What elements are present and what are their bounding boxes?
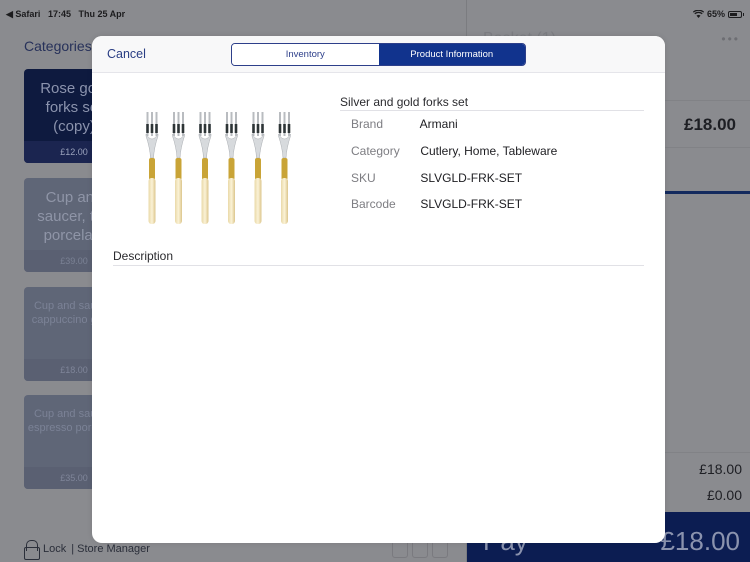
attribute-value: Cutlery, Home, Tableware [420,144,558,158]
fork-illustration [198,112,212,224]
status-date: Thu 25 Apr [78,9,126,19]
product-name: Silver and gold forks set [340,95,644,111]
ellipsis-icon[interactable]: ••• [721,32,740,46]
attribute-value: SLVGLD-FRK-SET [420,197,523,211]
user-label: | Store Manager [71,543,150,555]
tab-control: Inventory Product Information [231,43,526,66]
forks-set-image [145,112,291,224]
cancel-button[interactable]: Cancel [107,47,146,61]
fork-illustration [225,112,238,224]
attribute-row-sku: SKU SLVGLD-FRK-SET [351,171,522,185]
attribute-value: SLVGLD-FRK-SET [420,171,523,185]
attribute-value: Armani [419,117,458,131]
attribute-row-category: Category Cutlery, Home, Tableware [351,144,557,158]
pay-amount: £18.00 [660,526,740,556]
attribute-key: Barcode [351,197,396,211]
wifi-icon [692,10,704,18]
discount-value: £0.00 [706,487,742,503]
description-label: Description [113,249,644,266]
lock-icon[interactable] [24,540,40,560]
fork-illustration [172,112,185,224]
subtotal-value: £18.00 [699,461,742,477]
attribute-row-barcode: Barcode SLVGLD-FRK-SET [351,197,522,211]
categories-title[interactable]: Categories [24,38,92,54]
back-to-app-link[interactable]: ◀ Safari [6,9,40,19]
battery-icon [728,10,744,18]
fork-illustration [278,112,291,224]
status-bar: ◀ Safari 17:45 Thu 25 Apr 65% [0,0,750,28]
tab-product-information[interactable]: Product Information [378,44,525,65]
fork-illustration [251,112,265,224]
modal-header: Cancel Inventory Product Information [92,36,665,73]
attribute-key: SKU [351,171,376,185]
fork-illustration [145,112,159,224]
status-time: 17:45 [47,9,71,19]
battery-percent: 65% [706,9,725,19]
lock-label[interactable]: Lock [43,543,66,555]
attribute-row-brand: Brand Armani [351,117,458,131]
attribute-key: Category [351,144,400,158]
tab-inventory[interactable]: Inventory [232,44,379,65]
basket-line-price: £18.00 [684,115,736,134]
attribute-key: Brand [351,117,384,131]
product-info-modal: Cancel Inventory Product Information Sil… [92,36,665,543]
